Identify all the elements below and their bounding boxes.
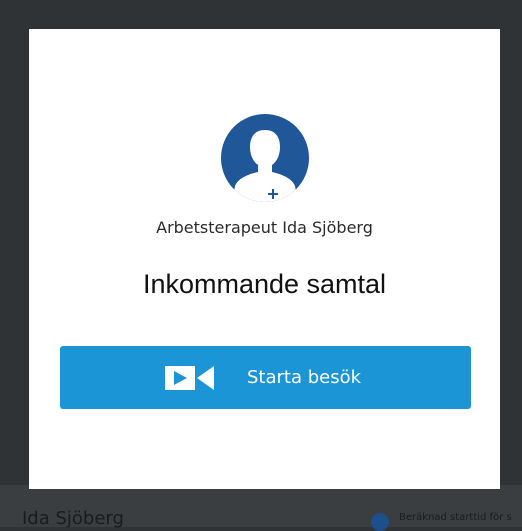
dialog-title: Inkommande samtal	[142, 269, 387, 299]
start-visit-label: Starta besök	[247, 367, 362, 388]
background-patient-name: Ida Sjöberg	[22, 508, 124, 529]
video-camera-icon	[165, 366, 214, 390]
avatar-graphic	[232, 130, 298, 202]
caller-name: Arbetsterapeut Ida Sjöberg	[156, 218, 373, 237]
background-info-text: Beräknad starttid för s	[399, 512, 512, 523]
incoming-call-dialog: Arbetsterapeut Ida Sjöberg Inkommande sa…	[29, 29, 500, 489]
start-visit-button[interactable]: Starta besök	[60, 346, 471, 409]
person-add-icon	[221, 114, 309, 202]
info-icon	[371, 513, 389, 531]
